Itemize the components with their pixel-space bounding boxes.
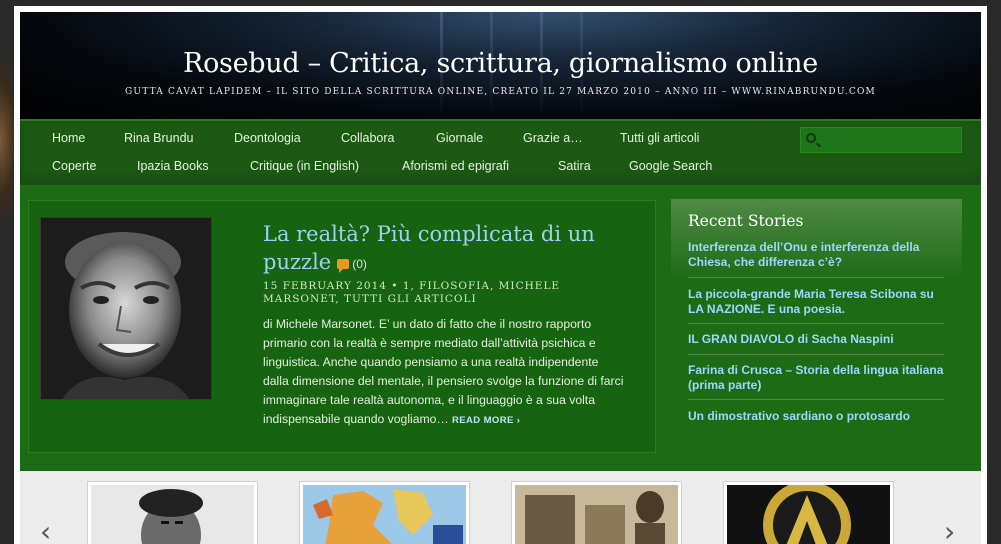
comment-count[interactable]: (0) [352, 257, 367, 271]
carousel-prev-icon[interactable]: ‹ [40, 515, 51, 544]
main-navigation: Home Rina Brundu Deontologia Collabora G… [20, 119, 981, 185]
nav-item-tutti-gli-articoli[interactable]: Tutti gli articoli [620, 131, 699, 145]
nav-item-satira[interactable]: Satira [558, 159, 591, 173]
search-box [800, 127, 962, 153]
site-description: Gutta cavat lapidem – il sito della scri… [125, 87, 876, 97]
nav-item-ipazia-books[interactable]: Ipazia Books [137, 159, 209, 173]
nav-item-coperte[interactable]: Coperte [52, 159, 96, 173]
portrait-image [41, 218, 211, 399]
carousel-thumbnail[interactable] [723, 481, 894, 544]
engraving-image [515, 485, 678, 544]
featured-carousel: ‹ › [20, 471, 981, 544]
emblem-image [727, 482, 890, 544]
main-content: La realtà? Più complicata di un puzzle (0… [20, 185, 981, 471]
divider [688, 277, 944, 278]
nav-item-critique[interactable]: Critique (in English) [250, 159, 359, 173]
carousel-thumbnail[interactable] [511, 481, 682, 544]
nav-item-grazie[interactable]: Grazie a… [523, 131, 583, 145]
carousel-next-icon[interactable]: › [944, 515, 955, 544]
featured-article: La realtà? Più complicata di un puzzle (0… [28, 200, 656, 453]
nav-item-deontologia[interactable]: Deontologia [234, 131, 301, 145]
search-input[interactable] [821, 130, 959, 150]
divider [688, 399, 944, 400]
recent-stories-widget: Recent Stories Interferenza dell’Onu e i… [671, 199, 962, 459]
recent-story-link[interactable]: Un dimostrativo sardiano o protosardo [688, 409, 944, 424]
divider [688, 323, 944, 324]
recent-story-link[interactable]: La piccola-grande Maria Teresa Scibona s… [688, 287, 944, 317]
read-more-link[interactable]: Read More › [452, 415, 520, 426]
nav-item-collabora[interactable]: Collabora [341, 131, 395, 145]
nav-item-home[interactable]: Home [52, 131, 85, 145]
nav-item-giornale[interactable]: Giornale [436, 131, 483, 145]
site-header: Rosebud – Critica, scrittura, giornalism… [20, 12, 981, 119]
article-excerpt-text: di Michele Marsonet. E’ un dato di fatto… [263, 317, 624, 426]
recent-story-link[interactable]: IL GRAN DIAVOLO di Sacha Naspini [688, 332, 944, 347]
widget-title: Recent Stories [688, 212, 804, 230]
site-title[interactable]: Rosebud – Critica, scrittura, giornalism… [20, 48, 981, 79]
map-image [303, 485, 466, 544]
search-icon [806, 133, 816, 143]
recent-story-link[interactable]: Interferenza dell’Onu e interferenza del… [688, 240, 944, 270]
article-title[interactable]: La realtà? Più complicata di un puzzle (0… [263, 220, 613, 278]
carousel-thumbnail[interactable] [299, 481, 470, 544]
comment-icon[interactable] [337, 258, 350, 273]
page-wrapper: Rosebud – Critica, scrittura, giornalism… [14, 6, 987, 544]
recent-story-link[interactable]: Farina di Crusca – Storia della lingua i… [688, 363, 944, 393]
article-thumbnail[interactable] [40, 217, 212, 400]
nav-item-aforismi[interactable]: Aforismi ed epigrafi [402, 159, 509, 173]
portrait-image [91, 485, 254, 544]
article-excerpt: di Michele Marsonet. E’ un dato di fatto… [263, 315, 625, 430]
article-title-text[interactable]: La realtà? Più complicata di un puzzle [263, 222, 595, 274]
nav-item-google-search[interactable]: Google Search [629, 159, 712, 173]
article-meta: 15 February 2014 • 1, Filosofia, Michele… [263, 280, 561, 305]
nav-item-rina-brundu[interactable]: Rina Brundu [124, 131, 194, 145]
divider [688, 354, 944, 355]
carousel-thumbnail[interactable] [87, 481, 258, 544]
